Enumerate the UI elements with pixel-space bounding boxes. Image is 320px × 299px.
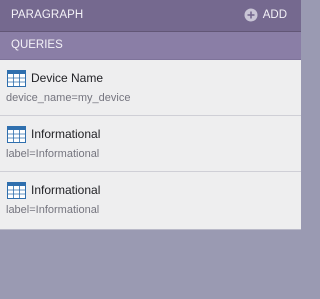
query-item[interactable]: Device Name device_name=my_device <box>0 60 301 116</box>
query-name: Informational <box>31 183 101 197</box>
paragraph-panel: PARAGRAPH ADD QUERIES Device Name device… <box>0 0 301 299</box>
panel-header: PARAGRAPH ADD <box>0 0 301 32</box>
query-expression: label=Informational <box>6 204 100 216</box>
query-item[interactable]: Informational label=Informational <box>0 172 301 228</box>
add-label: ADD <box>262 9 287 21</box>
section-title: QUERIES <box>11 39 63 51</box>
add-button[interactable]: ADD <box>244 6 287 24</box>
query-expression: label=Informational <box>6 148 100 160</box>
empty-area <box>0 230 301 299</box>
query-list: Device Name device_name=my_device Inform… <box>0 60 301 230</box>
query-expression: device_name=my_device <box>6 92 131 104</box>
table-icon <box>7 70 26 87</box>
table-icon <box>7 126 26 143</box>
query-name: Device Name <box>31 71 104 85</box>
queries-section-header: QUERIES <box>0 32 301 60</box>
panel-title: PARAGRAPH <box>11 9 84 21</box>
query-item[interactable]: Informational label=Informational <box>0 116 301 172</box>
plus-circle-icon <box>244 8 258 22</box>
table-icon <box>7 182 26 199</box>
query-name: Informational <box>31 127 101 141</box>
